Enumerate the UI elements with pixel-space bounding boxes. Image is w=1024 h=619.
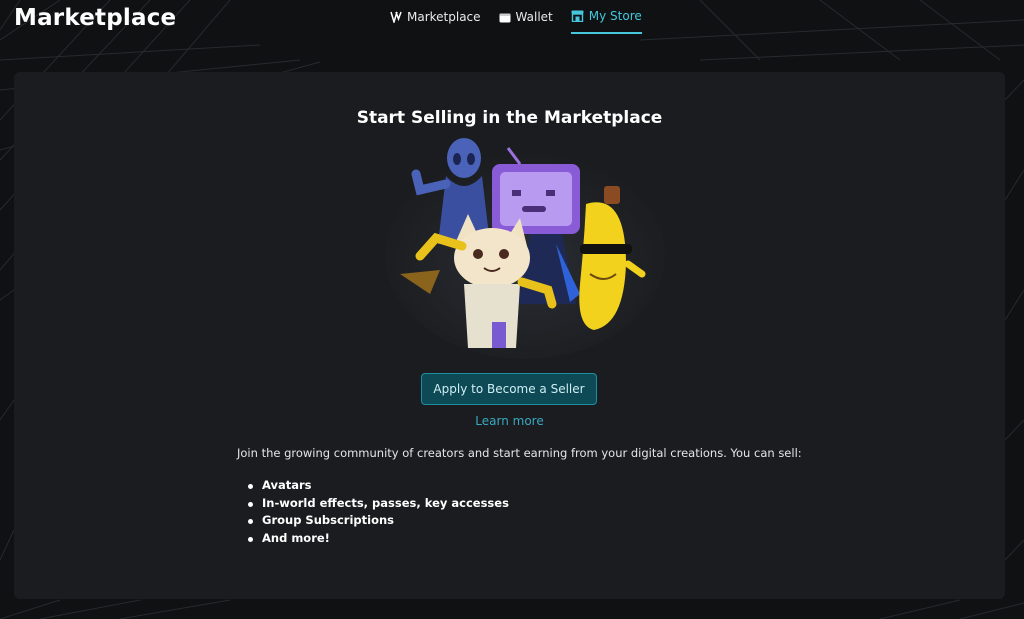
top-bar: Marketplace Marketplace Wallet My Store	[0, 0, 1024, 60]
list-item: And more!	[246, 531, 509, 549]
main-nav: Marketplace Wallet My Store	[390, 0, 642, 40]
wallet-icon	[499, 13, 511, 22]
panel-title: Start Selling in the Marketplace	[356, 108, 663, 128]
tab-marketplace[interactable]: Marketplace	[390, 0, 481, 34]
tab-wallet-label: Wallet	[515, 10, 553, 24]
vrchat-logo-icon	[390, 11, 402, 23]
seller-onboarding-panel: Start Selling in the Marketplace Apply t…	[14, 72, 1005, 599]
list-item: Avatars	[246, 478, 509, 496]
list-item: In-world effects, passes, key accesses	[246, 496, 509, 514]
tab-wallet[interactable]: Wallet	[499, 0, 553, 34]
store-icon	[571, 10, 584, 22]
tab-my-store-label: My Store	[588, 9, 642, 23]
apply-seller-button[interactable]: Apply to Become a Seller	[421, 373, 597, 405]
intro-text: Join the growing community of creators a…	[237, 446, 802, 460]
marketplace-characters-illustration	[385, 138, 665, 359]
list-item: Group Subscriptions	[246, 513, 509, 531]
app-title: Marketplace	[14, 5, 177, 31]
tab-marketplace-label: Marketplace	[407, 10, 481, 24]
tab-my-store[interactable]: My Store	[570, 0, 642, 34]
learn-more-link[interactable]: Learn more	[14, 414, 1005, 428]
sellable-items-list: Avatars In-world effects, passes, key ac…	[246, 478, 509, 548]
